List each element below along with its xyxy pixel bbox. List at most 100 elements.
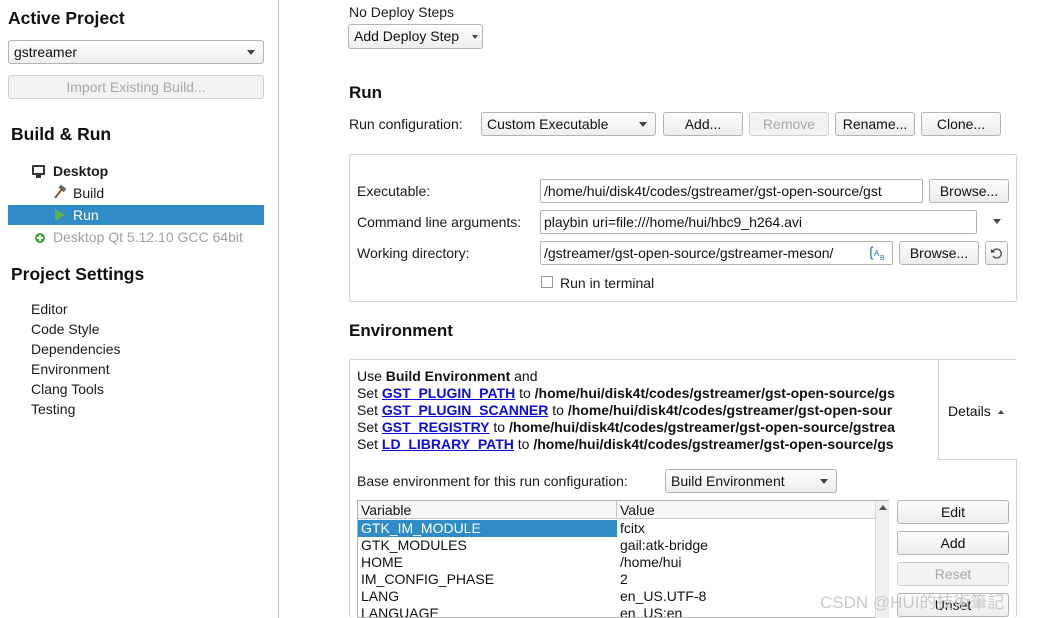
no-deploy-steps-label: No Deploy Steps <box>349 4 455 20</box>
env-to: to <box>513 436 534 452</box>
reset-variable-button[interactable]: Reset <box>897 562 1009 586</box>
chevron-down-icon <box>639 122 647 127</box>
table-cell-variable[interactable]: HOME <box>358 554 403 571</box>
column-header-variable[interactable]: Variable <box>358 501 617 519</box>
svg-text:B: B <box>880 255 885 261</box>
environment-change-line: Set GST_REGISTRY to /home/hui/disk4t/cod… <box>357 419 929 435</box>
table-cell-value[interactable]: en_US:en <box>617 605 682 617</box>
import-existing-build-button[interactable]: Import Existing Build... <box>8 75 264 99</box>
table-cell-variable[interactable]: LANGUAGE <box>358 605 439 617</box>
base-environment-label: Base environment for this run configurat… <box>357 473 628 489</box>
env-value: /home/hui/disk4t/codes/gstreamer/gst-ope… <box>567 402 893 418</box>
settings-item-testing[interactable]: Testing <box>31 401 75 417</box>
project-settings-title: Project Settings <box>11 264 145 284</box>
add-deploy-step-button[interactable]: Add Deploy Step <box>348 24 483 49</box>
sidebar: Active Project gstreamer Import Existing… <box>0 0 279 618</box>
env-set: Set <box>357 436 382 452</box>
run-configuration-label: Run configuration: <box>349 116 463 132</box>
kit-desktop[interactable]: Desktop <box>53 163 108 179</box>
env-set: Set <box>357 419 382 435</box>
watermark: CSDN @HUI的技術筆記 <box>820 593 1005 612</box>
table-cell-variable[interactable]: GTK_MODULES <box>358 537 467 554</box>
play-icon <box>55 209 65 221</box>
chevron-down-icon <box>472 35 478 39</box>
project-combo-value: gstreamer <box>14 44 78 60</box>
reset-working-directory-button[interactable] <box>985 241 1008 265</box>
env-var-link[interactable]: LD_LIBRARY_PATH <box>382 436 514 452</box>
env-to: to <box>489 419 509 435</box>
run-in-terminal-label: Run in terminal <box>560 275 655 291</box>
base-environment-combo[interactable]: Build Environment <box>665 469 837 493</box>
add-variable-button[interactable]: Add <box>897 531 1009 555</box>
kit-desktop-qt[interactable]: Desktop Qt 5.12.10 GCC 64bit <box>53 229 243 245</box>
env-use-suffix: and <box>510 368 538 384</box>
details-toggle[interactable]: Details <box>948 403 1004 419</box>
settings-item-code-style[interactable]: Code Style <box>31 321 99 337</box>
table-cell-variable[interactable]: LANG <box>358 588 399 605</box>
settings-item-environment[interactable]: Environment <box>31 361 110 377</box>
environment-change-line: Set LD_LIBRARY_PATH to /home/hui/disk4t/… <box>357 436 929 452</box>
env-value: /home/hui/disk4t/codes/gstreamer/gst-ope… <box>509 419 895 435</box>
command-line-arguments-input[interactable]: playbin uri=file:///home/hui/hbc9_h264.a… <box>540 210 977 234</box>
env-to: to <box>548 402 568 418</box>
executable-label: Executable: <box>357 183 431 199</box>
monitor-stand <box>36 175 41 178</box>
remove-run-config-button[interactable]: Remove <box>749 112 829 136</box>
add-deploy-step-label: Add Deploy Step <box>354 28 460 44</box>
selected-run-row[interactable] <box>8 205 264 225</box>
add-run-config-button[interactable]: Add... <box>663 112 743 136</box>
clone-run-config-button[interactable]: Clone... <box>921 112 1001 136</box>
run-section-title: Run <box>349 83 383 102</box>
executable-browse-button[interactable]: Browse... <box>929 179 1009 203</box>
undo-icon <box>991 248 1002 259</box>
environment-table: Variable Value GTK_IM_MODULE fcitx GTK_M… <box>357 500 889 618</box>
scroll-up-arrow-icon[interactable] <box>879 505 887 510</box>
env-var-link[interactable]: GST_PLUGIN_SCANNER <box>382 402 548 418</box>
env-value: /home/hui/disk4t/codes/gstreamer/gst-ope… <box>534 385 895 401</box>
chevron-up-icon <box>997 410 1004 414</box>
table-cell-value[interactable]: /home/hui <box>617 554 681 571</box>
environment-section-title: Environment <box>349 321 453 340</box>
run-in-terminal-checkbox[interactable] <box>541 276 553 288</box>
table-cell-value[interactable]: 2 <box>617 571 628 588</box>
project-combo[interactable]: gstreamer <box>8 40 264 64</box>
chevron-down-icon <box>247 50 255 55</box>
variables-icon[interactable]: A B <box>870 245 888 261</box>
add-kit-icon <box>35 233 45 243</box>
settings-item-clang-tools[interactable]: Clang Tools <box>31 381 104 397</box>
env-var-link[interactable]: GST_PLUGIN_PATH <box>382 385 515 401</box>
working-directory-browse-button[interactable]: Browse... <box>899 241 979 265</box>
details-label: Details <box>948 403 991 419</box>
active-project-title: Active Project <box>8 8 125 28</box>
table-cell-value[interactable]: fcitx <box>617 520 645 537</box>
base-environment-value: Build Environment <box>671 473 785 489</box>
table-cell-value[interactable]: en_US.UTF-8 <box>617 588 706 605</box>
env-set: Set <box>357 385 382 401</box>
table-cell-variable[interactable]: GTK_IM_MODULE <box>358 520 481 537</box>
table-cell-value[interactable]: gail:atk-bridge <box>617 537 708 554</box>
env-to: to <box>515 385 535 401</box>
kit-run[interactable]: Run <box>73 207 99 223</box>
env-use-bold: Build Environment <box>385 368 511 384</box>
chevron-down-icon[interactable] <box>993 219 1001 224</box>
settings-item-dependencies[interactable]: Dependencies <box>31 341 121 357</box>
monitor-icon <box>32 165 45 175</box>
edit-variable-button[interactable]: Edit <box>897 500 1009 524</box>
chevron-down-icon <box>820 479 828 484</box>
working-directory-input[interactable]: /gstreamer/gst-open-source/gstreamer-mes… <box>540 241 893 265</box>
executable-input[interactable]: /home/hui/disk4t/codes/gstreamer/gst-ope… <box>540 179 923 203</box>
env-var-link[interactable]: GST_REGISTRY <box>382 419 490 435</box>
environment-change-line: Set GST_PLUGIN_SCANNER to /home/hui/disk… <box>357 402 929 418</box>
working-directory-value: /gstreamer/gst-open-source/gstreamer-mes… <box>544 245 834 261</box>
column-header-value[interactable]: Value <box>617 501 875 519</box>
env-set: Set <box>357 402 382 418</box>
settings-item-editor[interactable]: Editor <box>31 301 68 317</box>
table-cell-variable[interactable]: IM_CONFIG_PHASE <box>358 571 494 588</box>
build-run-title: Build & Run <box>11 124 112 144</box>
env-use-prefix: Use <box>357 368 386 384</box>
kit-build[interactable]: Build <box>73 185 104 201</box>
rename-run-config-button[interactable]: Rename... <box>835 112 915 136</box>
working-directory-label: Working directory: <box>357 245 470 261</box>
run-configuration-combo[interactable]: Custom Executable <box>481 112 656 136</box>
hammer-icon <box>54 184 66 199</box>
